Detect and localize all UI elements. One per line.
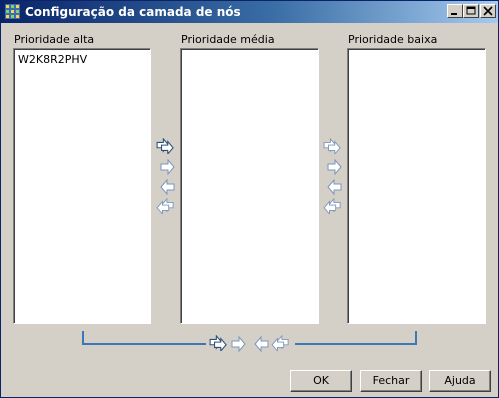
close-icon (483, 6, 493, 16)
maximize-icon (466, 6, 476, 15)
right-arrow-icon[interactable] (158, 159, 178, 175)
minimize-button[interactable] (447, 4, 463, 18)
right-arrow-icon[interactable] (325, 159, 345, 175)
app-icon (5, 4, 20, 19)
high-priority-label: Prioridade alta (14, 33, 95, 46)
list-item[interactable]: W2K8R2PHV (18, 53, 87, 66)
window-title: Configuração da camada de nós (25, 5, 241, 19)
maximize-button[interactable] (463, 4, 479, 18)
medium-priority-label: Prioridade média (181, 33, 275, 46)
medium-priority-list[interactable] (180, 48, 319, 324)
double-right-arrow-icon[interactable] (156, 138, 176, 154)
double-left-arrow-icon[interactable] (156, 198, 176, 214)
double-right-arrow-icon[interactable] (209, 335, 229, 351)
ok-button[interactable]: OK (290, 370, 352, 392)
minimize-icon (451, 13, 457, 15)
double-right-arrow-icon[interactable] (323, 138, 343, 154)
bracket-line (82, 343, 206, 345)
right-arrow-icon[interactable] (231, 336, 251, 352)
left-arrow-icon[interactable] (325, 179, 345, 195)
bracket-line (415, 331, 417, 345)
left-arrow-icon[interactable] (252, 336, 272, 352)
bracket-line (295, 343, 417, 345)
help-button[interactable]: Ajuda (429, 370, 491, 392)
double-left-arrow-icon[interactable] (323, 198, 343, 214)
left-arrow-icon[interactable] (158, 179, 178, 195)
low-priority-list[interactable] (347, 48, 486, 324)
double-left-arrow-icon[interactable] (271, 335, 291, 351)
close-button[interactable]: Fechar (360, 370, 422, 392)
close-window-button[interactable] (480, 4, 496, 18)
dialog-window: Configuração da camada de nós Prioridade… (0, 0, 499, 398)
high-priority-list[interactable]: W2K8R2PHV (13, 48, 151, 324)
low-priority-label: Prioridade baixa (348, 33, 438, 46)
title-bar[interactable]: Configuração da camada de nós (1, 1, 498, 23)
